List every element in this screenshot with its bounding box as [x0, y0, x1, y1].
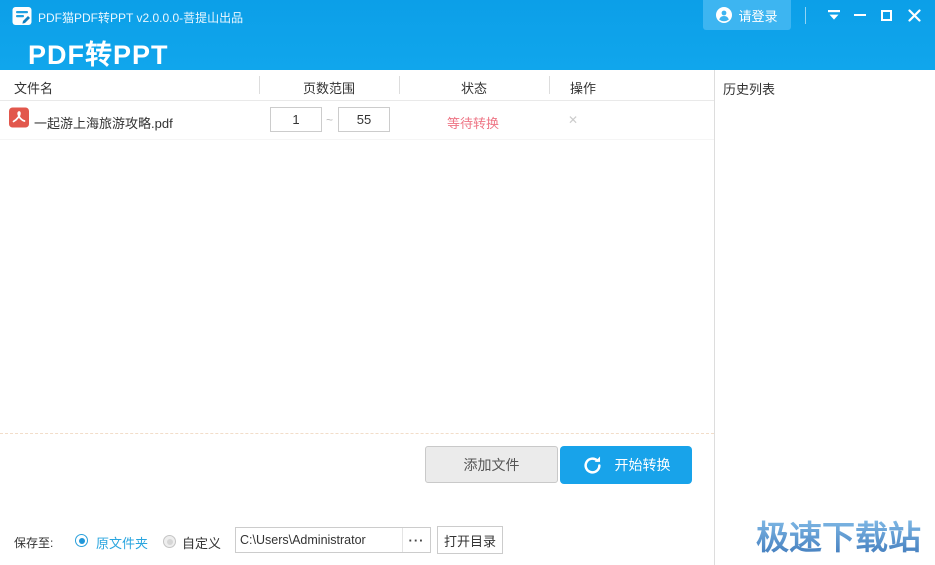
pdf-file-icon	[9, 107, 29, 128]
page-title: PDF转PPT	[28, 40, 169, 70]
minimize-button[interactable]	[849, 0, 871, 30]
titlebar-separator	[805, 7, 806, 24]
column-filename: 文件名	[14, 81, 54, 96]
dashed-divider	[0, 433, 714, 434]
table-header: 文件名 页数范围 状态 操作	[0, 70, 714, 101]
column-divider	[399, 76, 400, 94]
page-from-input[interactable]	[270, 107, 322, 132]
refresh-icon	[583, 456, 601, 474]
maximize-button[interactable]	[874, 0, 898, 30]
main-menu-button[interactable]	[822, 0, 846, 30]
window-title: PDF猫PDF转PPT v2.0.0.0-菩提山出品	[38, 11, 244, 25]
status-text: 等待转换	[447, 116, 500, 131]
add-file-button[interactable]: 添加文件	[425, 446, 558, 483]
app-icon	[12, 7, 32, 25]
login-label: 请登录	[738, 8, 778, 24]
column-page-range: 页数范围	[303, 81, 356, 96]
open-directory-button[interactable]: 打开目录	[437, 526, 503, 554]
watermark-text: 极速下载站	[756, 511, 921, 559]
history-list-title: 历史列表	[723, 82, 776, 97]
history-sidebar: 历史列表 极速下载站	[714, 70, 935, 565]
delete-file-icon[interactable]: ✕	[568, 112, 578, 128]
header-band: PDF猫PDF转PPT v2.0.0.0-菩提山出品 PDF转PPT 请登录	[0, 0, 935, 70]
browse-folder-button[interactable]: ···	[402, 528, 430, 552]
login-button[interactable]: 请登录	[703, 0, 791, 30]
column-status: 状态	[461, 81, 488, 96]
menu-dropdown-icon	[828, 10, 840, 20]
page-to-input[interactable]	[338, 107, 390, 132]
range-separator: ~	[326, 113, 334, 127]
start-convert-button[interactable]: 开始转换	[560, 446, 692, 484]
main-panel: 文件名 页数范围 状态 操作 一起游上海旅游攻略.pdf ~ 等待转换 ✕ 添加…	[0, 70, 714, 565]
table-row: 一起游上海旅游攻略.pdf ~ 等待转换 ✕	[0, 102, 714, 140]
minimize-icon	[854, 14, 866, 16]
column-divider	[259, 76, 260, 94]
file-name: 一起游上海旅游攻略.pdf	[34, 116, 173, 131]
column-operation: 操作	[570, 81, 597, 96]
option-custom[interactable]: 自定义	[182, 533, 221, 552]
app-window: PDF猫PDF转PPT v2.0.0.0-菩提山出品 PDF转PPT 请登录 文…	[0, 0, 935, 565]
close-icon	[907, 8, 921, 22]
save-to-label: 保存至:	[14, 536, 54, 550]
column-divider	[549, 76, 550, 94]
radio-custom[interactable]	[163, 535, 176, 548]
save-path-box: ···	[235, 527, 431, 553]
start-convert-label: 开始转换	[614, 457, 671, 473]
close-button[interactable]	[901, 0, 927, 30]
save-path-input[interactable]	[236, 528, 402, 552]
maximize-icon	[880, 9, 892, 21]
option-original-folder[interactable]: 原文件夹	[96, 533, 148, 552]
user-icon	[716, 7, 733, 23]
radio-original-folder[interactable]	[75, 534, 88, 547]
